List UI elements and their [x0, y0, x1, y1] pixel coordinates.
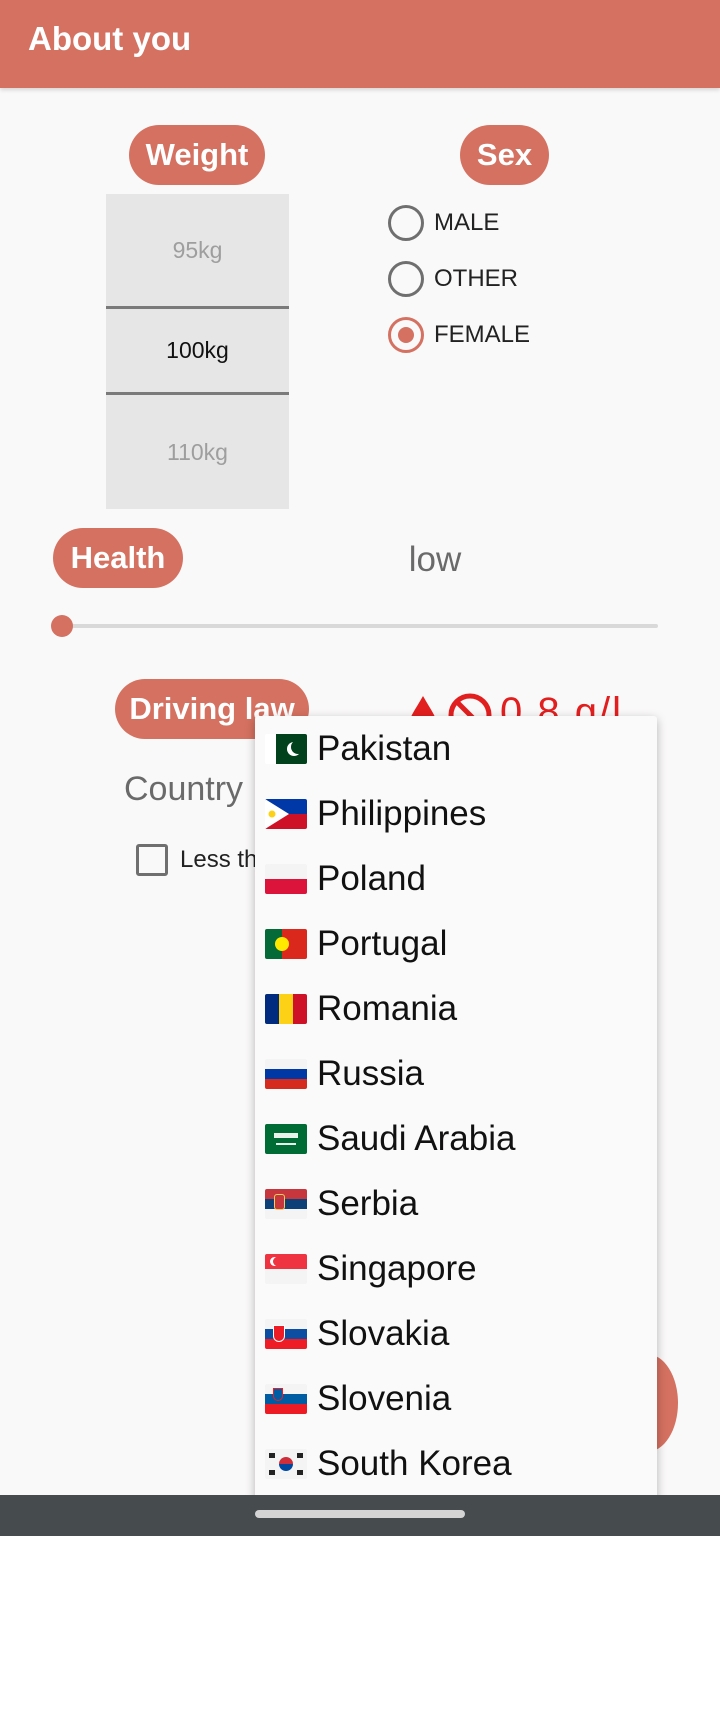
sex-option-male[interactable]: MALE [388, 203, 499, 243]
dropdown-item-south-korea[interactable]: South Korea [255, 1431, 657, 1496]
dropdown-item-serbia[interactable]: Serbia [255, 1171, 657, 1236]
checkbox-label: Less th [180, 846, 258, 873]
app-bar: About you [0, 0, 720, 88]
slovakia-flag-icon [265, 1318, 307, 1349]
weight-option-selected[interactable]: 100kg [106, 309, 289, 392]
sex-option-other[interactable]: OTHER [388, 259, 518, 299]
weight-option-next[interactable]: 110kg [106, 395, 289, 509]
saudi-arabia-flag-icon [265, 1123, 307, 1154]
dropdown-item-label: Slovakia [317, 1313, 450, 1353]
portugal-flag-icon [265, 928, 307, 959]
country-dropdown[interactable]: Pakistan Philippines Poland Portugal Rom… [255, 716, 657, 1536]
health-slider[interactable] [62, 624, 658, 628]
radio-label: MALE [434, 209, 500, 236]
dropdown-item-label: Russia [317, 1053, 424, 1093]
radio-button-selected[interactable] [388, 317, 424, 353]
health-label: Health [53, 528, 183, 588]
dropdown-item-label: Philippines [317, 793, 487, 833]
slovenia-flag-icon [265, 1383, 307, 1414]
less-than-checkbox[interactable] [136, 844, 168, 876]
dropdown-item-label: Pakistan [317, 728, 452, 768]
serbia-flag-icon [265, 1188, 307, 1219]
dropdown-item-saudi-arabia[interactable]: Saudi Arabia [255, 1106, 657, 1171]
weight-picker[interactable]: 95kg 100kg 110kg [106, 194, 289, 509]
philippines-flag-icon [265, 798, 307, 829]
home-gesture-handle[interactable] [255, 1510, 465, 1518]
dropdown-item-poland[interactable]: Poland [255, 846, 657, 911]
sex-option-female[interactable]: FEMALE [388, 315, 530, 355]
radio-label: OTHER [434, 265, 518, 292]
radio-button[interactable] [388, 261, 424, 297]
dropdown-item-romania[interactable]: Romania [255, 976, 657, 1041]
dropdown-item-label: Portugal [317, 923, 448, 963]
poland-flag-icon [265, 863, 307, 894]
dropdown-item-portugal[interactable]: Portugal [255, 911, 657, 976]
pakistan-flag-icon [265, 733, 307, 764]
weight-label: Weight [129, 125, 265, 185]
country-label: Country [124, 770, 244, 808]
dropdown-item-label: Romania [317, 988, 458, 1028]
singapore-flag-icon [265, 1253, 307, 1284]
dropdown-item-pakistan[interactable]: Pakistan [255, 716, 657, 781]
dropdown-item-label: Poland [317, 858, 426, 898]
russia-flag-icon [265, 1058, 307, 1089]
south-korea-flag-icon [265, 1448, 307, 1479]
about-you-screen: About you Weight 95kg 100kg 110kg Sex MA… [0, 0, 720, 1536]
dropdown-item-label: Singapore [317, 1248, 477, 1288]
sex-label: Sex [460, 125, 549, 185]
health-slider-thumb[interactable] [51, 615, 73, 637]
dropdown-item-slovakia[interactable]: Slovakia [255, 1301, 657, 1366]
dropdown-item-singapore[interactable]: Singapore [255, 1236, 657, 1301]
weight-option-prev[interactable]: 95kg [106, 194, 289, 306]
health-value: low [408, 540, 462, 579]
dropdown-item-label: Slovenia [317, 1378, 452, 1418]
dropdown-item-label: Serbia [317, 1183, 419, 1223]
page-title: About you [28, 20, 192, 57]
dropdown-item-russia[interactable]: Russia [255, 1041, 657, 1106]
romania-flag-icon [265, 993, 307, 1024]
dropdown-item-slovenia[interactable]: Slovenia [255, 1366, 657, 1431]
radio-label: FEMALE [434, 321, 531, 348]
dropdown-item-label: South Korea [317, 1443, 512, 1483]
dropdown-item-label: Saudi Arabia [317, 1118, 516, 1158]
radio-button[interactable] [388, 205, 424, 241]
dropdown-item-philippines[interactable]: Philippines [255, 781, 657, 846]
